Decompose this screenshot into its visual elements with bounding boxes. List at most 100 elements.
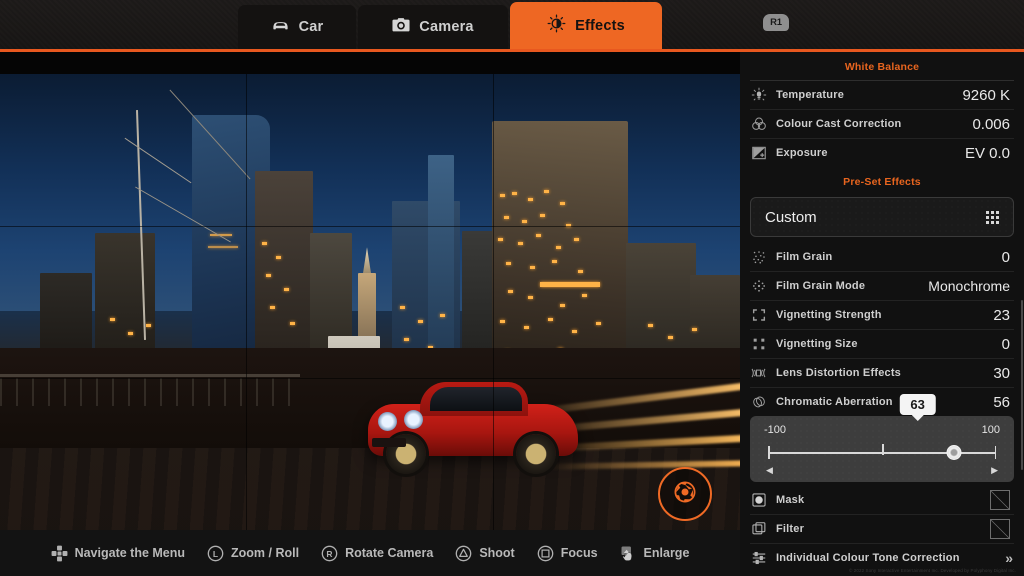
chevron-right-icon[interactable]: » xyxy=(1005,550,1013,566)
section-title-preset-effects: Pre-Set Effects xyxy=(843,176,921,188)
row-label: Temperature xyxy=(776,89,845,101)
slider-tick-max xyxy=(994,446,996,459)
chromatic-aberration-icon xyxy=(750,394,767,411)
hint-label: Navigate the Menu xyxy=(74,546,186,560)
hint-label: Enlarge xyxy=(643,546,690,560)
hint-shoot[interactable]: Shoot xyxy=(455,545,515,562)
tab-strip: Car Camera Effects xyxy=(238,0,662,49)
value-slider[interactable]: 63 -100 100 ◀ ▶ xyxy=(750,394,1014,482)
row-label: Film Grain Mode xyxy=(776,280,866,292)
car-plate xyxy=(372,438,406,447)
film-grain-mode-icon xyxy=(750,278,767,295)
exposure-icon xyxy=(750,145,767,162)
slider-track[interactable] xyxy=(768,444,996,460)
row-temperature[interactable]: Temperature 9260 K xyxy=(740,81,1024,109)
hint-enlarge[interactable]: Enlarge xyxy=(620,545,690,562)
tab-camera-label: Camera xyxy=(419,19,474,35)
film-grain-icon xyxy=(750,249,767,266)
grid-line-horizontal xyxy=(0,378,740,379)
triangle-button-icon xyxy=(455,545,472,562)
r-stick-icon: R xyxy=(321,545,338,562)
brightness-icon xyxy=(547,14,566,37)
bumper-r1-badge: R1 xyxy=(763,14,789,31)
hint-focus[interactable]: Focus xyxy=(537,545,598,562)
row-filter[interactable]: Filter xyxy=(740,515,1024,543)
row-value: 9260 K xyxy=(962,86,1010,104)
row-label: Exposure xyxy=(776,147,828,159)
row-value: 0 xyxy=(1001,248,1010,266)
top-tab-bar: L1 R1 Car Camera xyxy=(0,0,1024,52)
viewfinder[interactable]: Shoot xyxy=(0,52,740,576)
row-label: Filter xyxy=(776,523,805,535)
panel-scrollbar[interactable] xyxy=(1021,300,1023,470)
hint-label: Focus xyxy=(560,546,598,560)
hint-rotate-camera[interactable]: R Rotate Camera xyxy=(321,545,433,562)
copyright-text: © 2022 Sony Interactive Entertainment In… xyxy=(849,568,1016,573)
row-vignetting-strength[interactable]: Vignetting Strength 23 xyxy=(740,301,1024,329)
row-label: Lens Distortion Effects xyxy=(776,367,902,379)
row-film-grain-mode[interactable]: Film Grain Mode Monochrome xyxy=(740,272,1024,300)
l-stick-icon: L xyxy=(207,545,224,562)
section-title-white-balance: White Balance xyxy=(844,61,920,73)
filter-none-swatch[interactable] xyxy=(990,519,1010,539)
slider-decrement-arrow[interactable]: ◀ xyxy=(766,465,773,476)
app-root: L1 R1 Car Camera xyxy=(0,0,1024,576)
row-label: Colour Cast Correction xyxy=(776,118,902,130)
tab-effects-label: Effects xyxy=(575,17,625,34)
tab-car[interactable]: Car xyxy=(238,5,356,49)
filter-icon xyxy=(750,521,767,538)
slider-tick-center xyxy=(882,444,884,455)
preset-selector[interactable]: Custom xyxy=(750,197,1014,237)
car-subject xyxy=(358,374,588,479)
row-value: 0 xyxy=(1001,335,1010,353)
hint-zoom-roll[interactable]: L Zoom / Roll xyxy=(207,545,299,562)
grid-line-horizontal xyxy=(0,226,740,227)
car-windshield xyxy=(430,387,522,411)
mask-none-swatch[interactable] xyxy=(990,490,1010,510)
slider-steppers[interactable]: ◀ ▶ xyxy=(764,465,1000,476)
slider-tooltip: 63 xyxy=(899,394,936,415)
vignetting-size-icon xyxy=(750,336,767,353)
colour-tone-icon xyxy=(750,550,767,567)
row-label: Individual Colour Tone Correction xyxy=(776,552,960,564)
svg-text:L: L xyxy=(213,548,218,558)
grid-line-vertical xyxy=(246,74,247,530)
row-value: EV 0.0 xyxy=(964,144,1010,162)
tab-car-label: Car xyxy=(298,19,324,35)
car-icon xyxy=(271,18,290,36)
row-label: Mask xyxy=(776,494,805,506)
row-colour-cast-correction[interactable]: Colour Cast Correction 0.006 xyxy=(740,110,1024,138)
car-wheel-rear xyxy=(516,434,556,474)
effects-panel[interactable]: White Balance Temperature 9260 K Colour … xyxy=(740,52,1024,576)
shoot-button[interactable] xyxy=(658,467,712,521)
slider-increment-arrow[interactable]: ▶ xyxy=(991,465,998,476)
grid-icon[interactable] xyxy=(986,210,999,224)
control-hint-bar: Navigate the Menu L Zoom / Roll R Rotate… xyxy=(0,530,740,576)
slider-min-label: -100 xyxy=(764,424,787,436)
hint-label: Zoom / Roll xyxy=(231,546,300,560)
pier-railing xyxy=(0,374,300,377)
row-film-grain[interactable]: Film Grain 0 xyxy=(740,243,1024,271)
row-chromatic-aberration[interactable]: Chromatic Aberration 56 xyxy=(740,388,1024,416)
row-vignetting-size[interactable]: Vignetting Size 0 xyxy=(740,330,1024,358)
row-value: Monochrome xyxy=(928,278,1010,294)
hint-navigate-menu[interactable]: Navigate the Menu xyxy=(51,545,185,562)
mask-icon xyxy=(750,492,767,509)
tab-camera[interactable]: Camera xyxy=(358,5,508,49)
preset-name: Custom xyxy=(765,208,817,226)
slider-thumb[interactable] xyxy=(946,445,962,460)
row-mask[interactable]: Mask xyxy=(740,486,1024,514)
row-label: Film Grain xyxy=(776,251,833,263)
row-lens-distortion-effects[interactable]: Lens Distortion Effects 30 xyxy=(740,359,1024,387)
square-button-icon xyxy=(537,545,554,562)
colour-cast-icon xyxy=(750,116,767,133)
temperature-icon xyxy=(750,87,767,104)
tab-effects[interactable]: Effects xyxy=(510,2,662,49)
row-exposure[interactable]: Exposure EV 0.0 xyxy=(740,139,1024,167)
pier-posts xyxy=(0,378,300,406)
car-headlight-left xyxy=(378,412,397,431)
vignetting-strength-icon xyxy=(750,307,767,324)
grid-line-vertical xyxy=(493,74,494,530)
row-label: Vignetting Strength xyxy=(776,309,882,321)
svg-text:R: R xyxy=(327,548,333,558)
